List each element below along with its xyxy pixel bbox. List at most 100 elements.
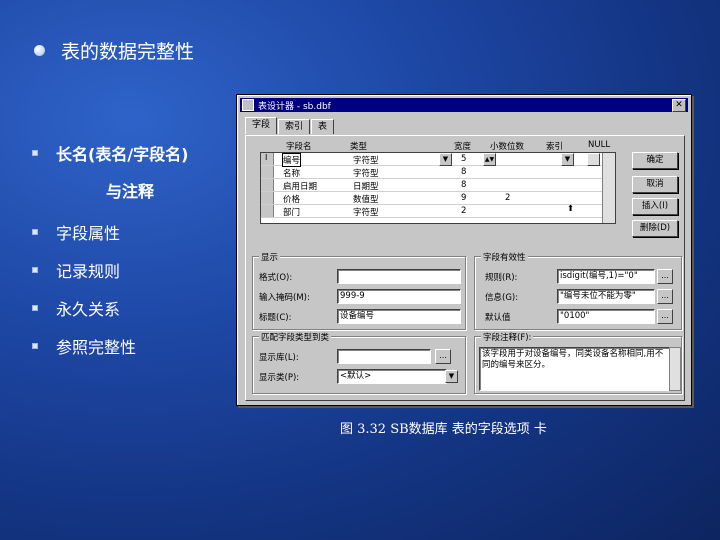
type-mapping-group-label: 匹配字段类型到类 [259, 331, 332, 343]
library-browse-button[interactable]: ... [435, 349, 451, 364]
cell-name[interactable]: 名称 [283, 167, 300, 179]
cell-type[interactable]: 字符型 [353, 167, 379, 179]
cell-name[interactable]: 启用日期 [283, 180, 317, 192]
format-label: 格式(O): [259, 273, 293, 283]
validation-group: 字段有效性 规则(R): isdigit(编号,1)="0" ... 信息(G)… [474, 251, 682, 330]
default-input[interactable]: "0100" [557, 309, 655, 324]
comment-scrollbar[interactable] [669, 347, 681, 391]
dialog-title: 表设计器 - sb.dbf [258, 101, 331, 112]
null-checkbox[interactable] [587, 153, 600, 166]
cancel-button[interactable]: 取消 [632, 176, 678, 193]
display-group-label: 显示 [259, 251, 281, 263]
tab-table[interactable]: 表 [311, 119, 335, 134]
bullet-long-names: 长名(表名/字段名) [32, 141, 188, 165]
row-selector-icon [261, 179, 274, 191]
comment-textarea[interactable]: 该字段用于对设备编号，同类设备名称相同,用不同的编号来区分。 [479, 347, 671, 391]
col-header-index: 索引 [546, 142, 564, 152]
dropdown-arrow-icon[interactable]: ▼ [561, 153, 574, 166]
bullet-persistent-relations: 永久关系 [32, 296, 120, 320]
bullet-text: 字段属性 [56, 224, 121, 243]
cell-type[interactable]: 数值型 [353, 193, 379, 205]
cell-width[interactable]: 5 [461, 154, 466, 164]
close-button[interactable]: ✕ [672, 99, 686, 112]
input-mask-label: 输入掩码(M): [259, 293, 310, 303]
bullet-referential-integrity: 参照完整性 [32, 334, 136, 358]
cell-width[interactable]: 8 [461, 180, 466, 190]
tab-strip: 字段 索引 表 [245, 117, 335, 135]
col-header-null: NULL [588, 140, 611, 150]
square-bullet-icon [32, 343, 38, 349]
chevron-down-icon[interactable]: ▼ [445, 370, 458, 383]
library-label: 显示库(L): [259, 353, 299, 363]
table-row[interactable]: 编号 字符型 ▼ 5 ▲▼ ▼ [261, 153, 615, 167]
table-row[interactable]: 启用日期 日期型 8 [261, 179, 615, 192]
ok-button[interactable]: 确定 [632, 152, 678, 169]
cell-type[interactable]: 日期型 [353, 180, 379, 192]
cell-name[interactable]: 价格 [283, 193, 300, 205]
validation-group-label: 字段有效性 [481, 251, 528, 263]
slide-title: 表的数据完整性 [34, 36, 194, 64]
row-selector-icon [261, 192, 274, 204]
input-mask-input[interactable]: 999-9 [337, 289, 461, 304]
comment-group: 字段注释(F): 该字段用于对设备编号，同类设备名称相同,用不同的编号来区分。 [474, 331, 682, 394]
fields-grid[interactable]: 编号 字符型 ▼ 5 ▲▼ ▼ 名称 字符型 8 启用日期 日期型 8 [260, 152, 616, 224]
library-input[interactable] [337, 349, 431, 364]
table-row[interactable]: 名称 字符型 8 [261, 166, 615, 179]
table-row[interactable]: 部门 字符型 2 ⬆ [261, 204, 615, 218]
bullet-record-rules: 记录规则 [32, 258, 120, 282]
default-label: 默认值 [485, 313, 511, 323]
bullet-text: 永久关系 [56, 300, 121, 319]
table-row[interactable]: 价格 数值型 9 2 [261, 192, 615, 205]
table-designer-dialog: 表设计器 - sb.dbf ✕ 字段 索引 表 字段名 类型 宽度 小数位数 索… [236, 94, 692, 406]
spinner-icon[interactable]: ▲▼ [483, 153, 496, 166]
dialog-titlebar[interactable]: 表设计器 - sb.dbf ✕ [240, 98, 688, 112]
type-mapping-group: 匹配字段类型到类 显示库(L): ... 显示类(P): <默认> ▼ [252, 331, 466, 394]
bullet-text: 长名(表名/字段名) [56, 145, 189, 164]
dropdown-arrow-icon[interactable]: ▼ [439, 153, 452, 166]
row-selector-icon [261, 205, 274, 217]
app-icon [242, 99, 254, 111]
class-label: 显示类(P): [259, 373, 300, 383]
square-bullet-icon [32, 305, 38, 311]
cell-type[interactable]: 字符型 [353, 154, 379, 166]
bullet-subline: 与注释 [106, 182, 155, 201]
display-group: 显示 格式(O): 输入掩码(M): 999-9 标题(C): 设备编号 [252, 251, 466, 330]
tab-indexes[interactable]: 索引 [278, 119, 311, 134]
bullet-text: 参照完整性 [56, 338, 137, 357]
rule-label: 规则(R): [485, 273, 518, 283]
delete-button[interactable]: 删除(D) [632, 220, 678, 237]
slide-title-text: 表的数据完整性 [61, 40, 195, 63]
cell-decimals[interactable]: 2 [505, 193, 510, 203]
default-builder-button[interactable]: ... [657, 309, 673, 324]
insert-button[interactable]: 插入(I) [632, 198, 678, 215]
message-builder-button[interactable]: ... [657, 289, 673, 304]
bullet-field-properties: 字段属性 [32, 220, 120, 244]
message-label: 信息(G): [485, 293, 519, 303]
square-bullet-icon [32, 150, 38, 156]
cell-name[interactable]: 编号 [281, 153, 302, 167]
col-header-type: 类型 [350, 142, 368, 152]
message-input[interactable]: "编号未位不能为零" [557, 289, 655, 304]
square-bullet-icon [32, 267, 38, 273]
index-arrow-icon: ⬆ [567, 204, 575, 214]
round-bullet-icon [34, 44, 45, 56]
fields-panel: 字段名 类型 宽度 小数位数 索引 NULL 编号 字符型 ▼ 5 ▲▼ ▼ 名… [245, 135, 685, 401]
tab-fields[interactable]: 字段 [245, 117, 278, 134]
cell-type[interactable]: 字符型 [353, 206, 379, 218]
caption-label: 标题(C): [259, 313, 292, 323]
cell-width[interactable]: 8 [461, 167, 466, 177]
row-selector-icon [261, 166, 274, 178]
rule-builder-button[interactable]: ... [657, 269, 673, 284]
figure-caption: 图 3.32 SB数据库 表的字段选项 卡 [340, 422, 547, 437]
column-headers: 字段名 类型 宽度 小数位数 索引 NULL [246, 140, 684, 152]
format-input[interactable] [337, 269, 461, 284]
cell-width[interactable]: 2 [461, 206, 466, 216]
caption-input[interactable]: 设备编号 [337, 309, 461, 324]
col-header-decimals: 小数位数 [490, 142, 525, 152]
cell-width[interactable]: 9 [461, 193, 466, 203]
col-header-width: 宽度 [454, 142, 472, 152]
rule-input[interactable]: isdigit(编号,1)="0" [557, 269, 655, 284]
cell-name[interactable]: 部门 [283, 206, 300, 218]
grid-scrollbar[interactable] [602, 153, 615, 223]
class-select[interactable]: <默认> [337, 369, 447, 384]
